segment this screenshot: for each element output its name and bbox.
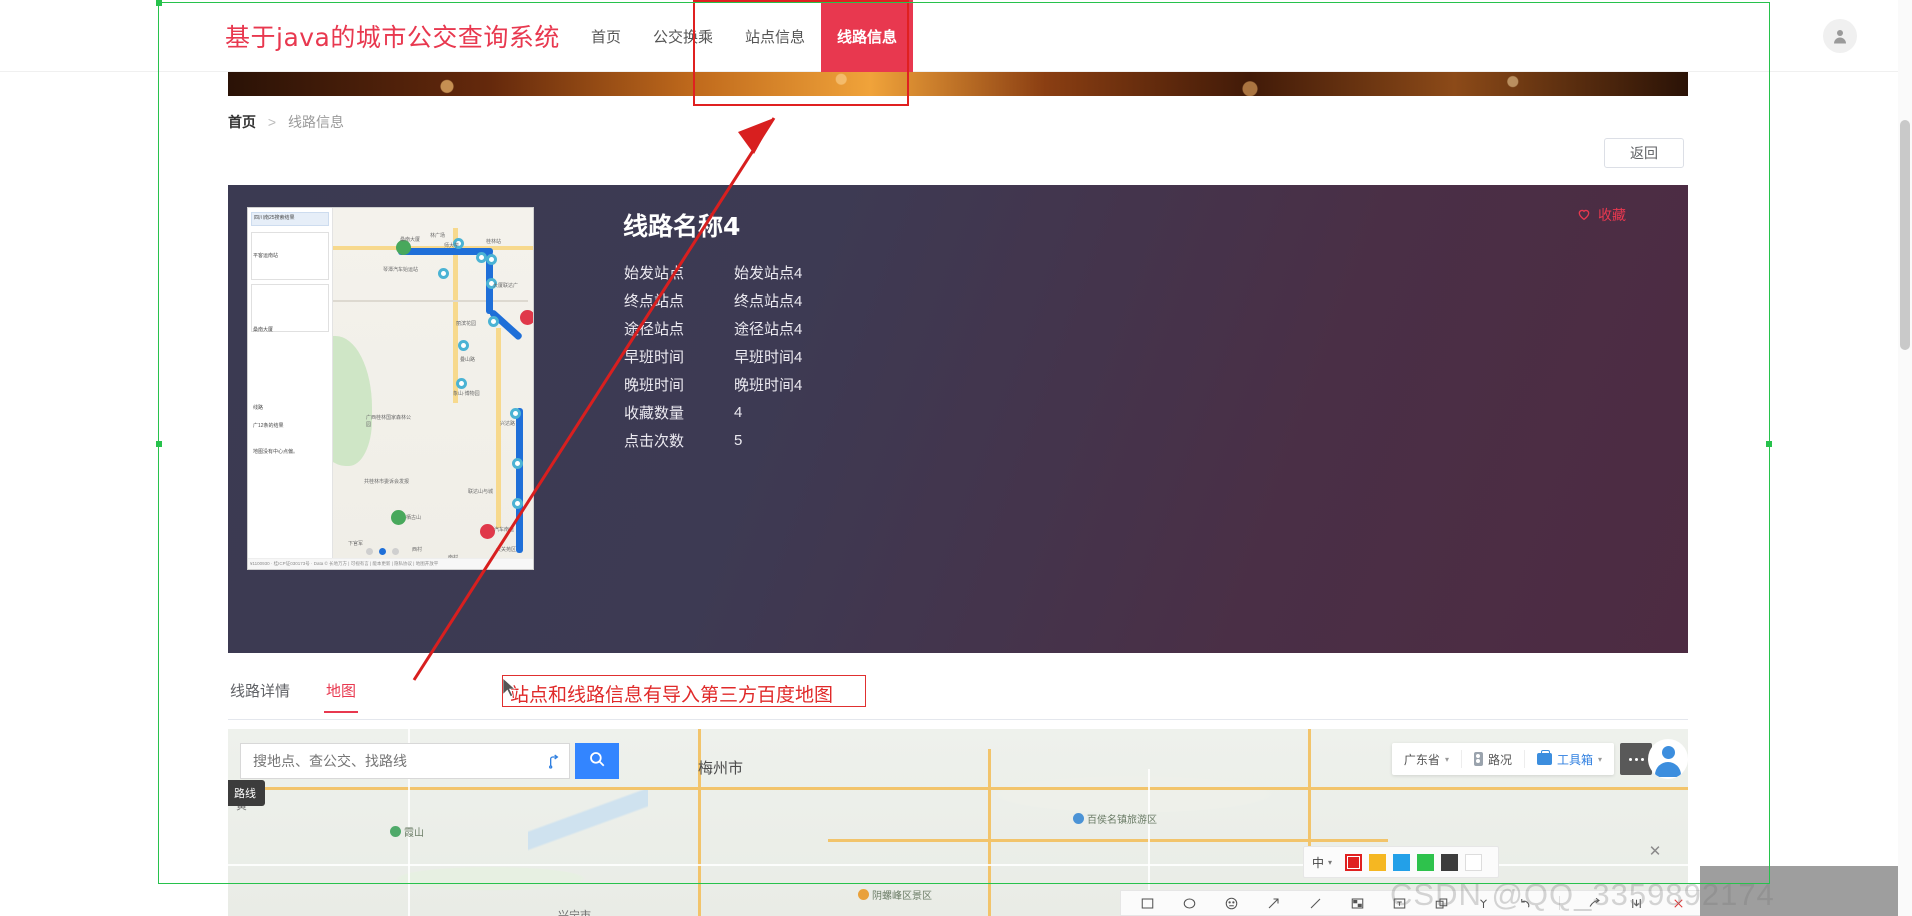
stroke-size-selector[interactable]: 中 ▾ xyxy=(1312,854,1332,871)
mosaic-icon[interactable] xyxy=(1349,895,1365,911)
map-poi: 百侯名镇旅游区 xyxy=(1073,811,1157,826)
watermark-text: CSDN @QQ_3359892174 xyxy=(1390,877,1775,913)
color-swatch-red[interactable] xyxy=(1345,854,1362,871)
page-scrollbar[interactable] xyxy=(1898,0,1912,916)
map-label: 兴宁市 xyxy=(558,907,591,916)
hero-banner xyxy=(228,72,1688,96)
thumbnail-side-panel: 四川南25搜索结果 平客运南站 桑南大厦 线路 广12条的结果 地图没有中心点偏… xyxy=(248,208,333,569)
poi-dot-icon xyxy=(858,889,869,900)
toolbox-icon xyxy=(1537,753,1552,765)
map-label: 百侯名镇旅游区 xyxy=(1087,811,1157,826)
poi-dot-icon xyxy=(390,826,401,837)
ellipse-icon[interactable] xyxy=(1181,895,1197,911)
favorite-button[interactable]: 收藏 xyxy=(1576,205,1626,225)
route-tooltip: 路线 xyxy=(228,780,265,806)
back-button[interactable]: 返回 xyxy=(1604,138,1684,168)
screenshot-color-bar: 中 ▾ xyxy=(1303,846,1499,878)
thumb-label-15: 下官军 xyxy=(348,540,363,547)
pen-icon[interactable] xyxy=(1307,895,1323,911)
map-label: 霞山 xyxy=(404,824,424,839)
chevron-down-icon: ▾ xyxy=(1328,858,1332,867)
breadcrumb: 首页 > 线路信息 xyxy=(228,112,344,132)
search-input[interactable] xyxy=(241,744,539,778)
user-avatar-icon[interactable] xyxy=(1648,739,1688,779)
emoji-icon[interactable] xyxy=(1223,895,1239,911)
thumb-panel-note-2: 广12条的结果 xyxy=(253,422,284,429)
arrow-icon[interactable] xyxy=(1265,895,1281,911)
site-header: 基于java的城市公交查询系统 首页 公交换乘 站点信息 线路信息 xyxy=(0,0,1912,72)
map-toolbar: 广东省 ▾ 路况 工具箱 ▾ xyxy=(1392,743,1614,775)
color-swatch-green[interactable] xyxy=(1417,854,1434,871)
map-zoom-controls[interactable]: ✕ xyxy=(1644,842,1666,860)
color-swatch-blue[interactable] xyxy=(1393,854,1410,871)
map-traffic-label: 路况 xyxy=(1488,751,1512,768)
thumb-panel-note-3: 地图没有中心点偏。 xyxy=(253,448,298,455)
tab-route-detail[interactable]: 线路详情 xyxy=(228,680,292,711)
color-swatch-dark[interactable] xyxy=(1441,854,1458,871)
map-toolbox-label: 工具箱 xyxy=(1557,751,1593,768)
breadcrumb-current: 线路信息 xyxy=(288,114,344,130)
scrollbar-thumb[interactable] xyxy=(1900,120,1910,350)
map-traffic-toggle[interactable]: 路况 xyxy=(1462,750,1525,768)
map-label-city: 梅州市 xyxy=(698,757,743,778)
map-toolbox-button[interactable]: 工具箱 ▾ xyxy=(1525,750,1614,768)
search-button[interactable] xyxy=(575,743,619,779)
map-poi: 霞山 xyxy=(390,824,424,839)
breadcrumb-separator: > xyxy=(268,114,276,130)
tab-map[interactable]: 地图 xyxy=(324,680,358,713)
stroke-size-label: 中 xyxy=(1312,854,1324,871)
annotation-text: 站点和线路信息有导入第三方百度地图 xyxy=(510,680,833,707)
thumb-panel-note-1: 线路 xyxy=(253,404,263,411)
heart-icon xyxy=(1576,206,1592,225)
breadcrumb-home[interactable]: 首页 xyxy=(228,114,256,130)
route-icon[interactable] xyxy=(539,753,569,769)
poi-dot-icon xyxy=(1073,813,1084,824)
thumb-panel-item-0: 平客运南站 xyxy=(253,252,278,259)
thumb-panel-head: 四川南25搜索结果 xyxy=(254,214,295,221)
user-icon[interactable] xyxy=(1823,19,1857,53)
color-swatch-yellow[interactable] xyxy=(1369,854,1386,871)
rectangle-icon[interactable] xyxy=(1139,895,1155,911)
map-search-box[interactable]: 路线 xyxy=(240,743,570,779)
map-poi: 阴螺峰区景区 xyxy=(858,887,932,902)
chevron-down-icon: ▾ xyxy=(1598,755,1602,764)
color-swatch-white[interactable] xyxy=(1465,854,1482,871)
search-icon xyxy=(588,750,606,773)
thumb-panel-item-1: 桑南大厦 xyxy=(253,326,273,333)
annotation-nav-highlight xyxy=(693,0,909,106)
chevron-down-icon: ▾ xyxy=(1445,755,1449,764)
mouse-cursor-icon xyxy=(503,678,516,698)
map-label: 阴螺峰区景区 xyxy=(872,887,932,902)
site-brand: 基于java的城市公交查询系统 xyxy=(225,18,560,54)
zoom-out-icon[interactable]: ✕ xyxy=(1644,842,1666,860)
nav-item-home[interactable]: 首页 xyxy=(575,0,637,72)
favorite-label: 收藏 xyxy=(1598,205,1626,225)
map-region-label: 广东省 xyxy=(1404,751,1440,768)
map-region-selector[interactable]: 广东省 ▾ xyxy=(1392,750,1462,768)
traffic-light-icon xyxy=(1474,752,1483,766)
screenshot-root: 基于java的城市公交查询系统 首页 公交换乘 站点信息 线路信息 首页 > 线… xyxy=(0,0,1912,916)
annotation-arrow xyxy=(380,110,780,690)
